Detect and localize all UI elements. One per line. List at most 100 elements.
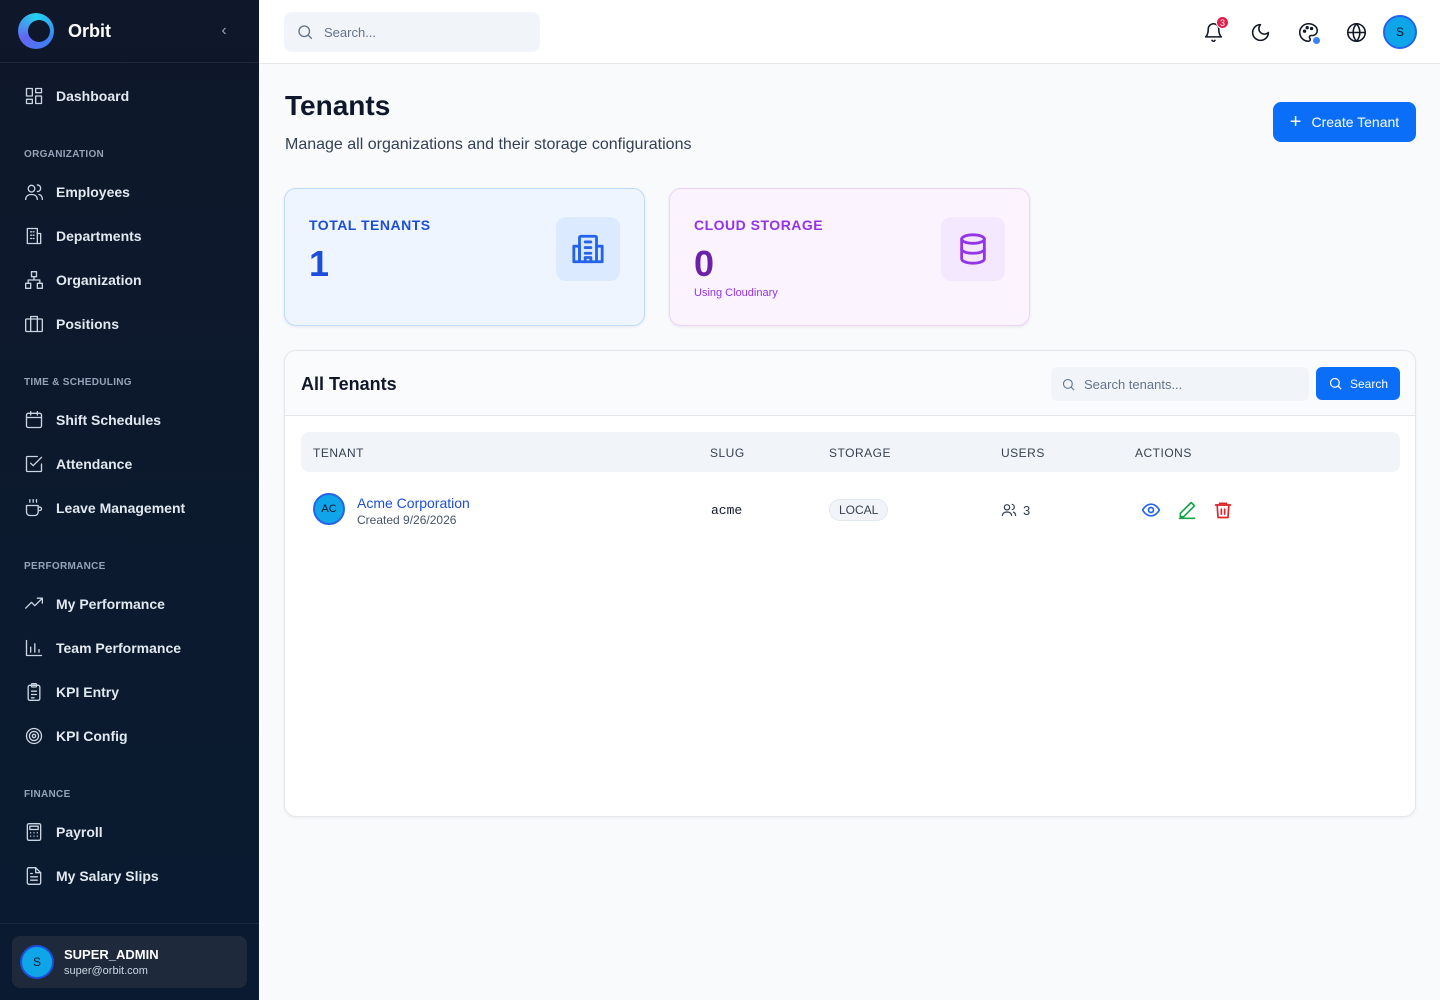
file-text-icon	[26, 867, 42, 885]
brand-header: Orbit ‹	[0, 0, 259, 63]
total-tenants-card: TOTAL TENANTS 1	[284, 188, 645, 326]
cloud-storage-card: CLOUD STORAGE 0 Using Cloudinary	[669, 188, 1030, 326]
sidebar-item-my-salary-slips[interactable]: My Salary Slips	[12, 858, 247, 894]
table-title: All Tenants	[301, 374, 397, 394]
search-icon	[298, 25, 313, 40]
cloud-storage-label: CLOUD STORAGE	[694, 217, 824, 233]
sidebar-item-shift-schedules[interactable]: Shift Schedules	[12, 402, 247, 438]
target-icon	[25, 727, 43, 745]
create-tenant-label: Create Tenant	[1311, 114, 1400, 130]
sidebar-item-payroll[interactable]: Payroll	[12, 814, 247, 850]
sidebar-item-label: KPI Config	[56, 728, 128, 744]
column-header-users[interactable]: USERS	[1001, 446, 1045, 460]
search-button-label: Search	[1349, 376, 1389, 391]
delete-tenant-button[interactable]	[1213, 500, 1233, 520]
table-header-bar: All Tenants Search	[285, 351, 1415, 416]
globe-icon	[1346, 22, 1366, 42]
sidebar-item-label: My Performance	[56, 596, 165, 612]
create-tenant-button[interactable]: + Create Tenant	[1273, 102, 1416, 142]
page-subtitle: Manage all organizations and their stora…	[285, 136, 692, 153]
tenant-name-link[interactable]: Acme Corporation	[357, 495, 470, 511]
tenant-avatar: AC	[313, 493, 345, 525]
tenant-search-button[interactable]: Search	[1316, 367, 1400, 400]
dashboard-grid-icon	[25, 87, 43, 105]
language-button[interactable]	[1344, 20, 1368, 44]
sidebar-item-organization[interactable]: Organization	[12, 262, 247, 298]
section-label-time-scheduling: TIME & SCHEDULING	[24, 377, 132, 388]
storage-badge: LOCAL	[829, 499, 889, 521]
tenant-search[interactable]	[1051, 367, 1309, 401]
trending-up-icon	[25, 597, 43, 609]
bar-chart-icon	[25, 639, 43, 657]
notification-badge: 3	[1216, 16, 1229, 29]
sidebar: Orbit ‹ Dashboard ORGANIZATION Employees…	[0, 0, 259, 1000]
column-header-slug[interactable]: SLUG	[710, 446, 745, 460]
column-header-tenant[interactable]: TENANT	[313, 446, 364, 460]
sidebar-item-positions[interactable]: Positions	[12, 306, 247, 342]
sidebar-item-label: Departments	[56, 228, 142, 244]
global-search[interactable]	[284, 12, 540, 52]
sidebar-item-label: My Salary Slips	[56, 868, 159, 884]
sidebar-item-attendance[interactable]: Attendance	[12, 446, 247, 482]
users-icon	[1001, 503, 1017, 517]
column-header-storage[interactable]: STORAGE	[829, 446, 891, 460]
sidebar-item-label: Attendance	[56, 456, 133, 472]
edit-tenant-button[interactable]	[1177, 500, 1197, 520]
sidebar-divider	[0, 923, 259, 924]
notifications-button[interactable]: 3	[1201, 16, 1229, 44]
theme-toggle-button[interactable]	[1248, 20, 1272, 44]
database-icon	[941, 217, 1005, 281]
building-icon	[556, 217, 620, 281]
view-tenant-button[interactable]	[1141, 500, 1161, 520]
brand-name: Orbit	[68, 20, 111, 41]
sidebar-item-label: Team Performance	[56, 640, 182, 656]
sidebar-item-my-performance[interactable]: My Performance	[12, 586, 247, 622]
sidebar-item-employees[interactable]: Employees	[12, 174, 247, 210]
user-profile-card[interactable]: S SUPER_ADMIN super@orbit.com	[12, 936, 247, 988]
sidebar-item-kpi-config[interactable]: KPI Config	[12, 718, 247, 754]
global-search-input[interactable]	[324, 24, 524, 40]
calculator-icon	[26, 823, 42, 841]
plus-icon: +	[1289, 111, 1302, 133]
trash-icon	[1214, 502, 1232, 519]
table-head: TENANT SLUG STORAGE USERS ACTIONS	[301, 432, 1400, 472]
user-avatar-button[interactable]: S	[1383, 15, 1417, 49]
collapse-sidebar-chevron-left-icon[interactable]: ‹	[215, 22, 233, 40]
total-tenants-label: TOTAL TENANTS	[309, 217, 431, 233]
tenants-table-card: All Tenants Search TENANT SLUG STORAGE U…	[284, 350, 1416, 817]
sidebar-item-label: Positions	[56, 316, 120, 332]
tenant-slug: acme	[711, 503, 743, 518]
orbit-logo-icon	[18, 13, 54, 49]
calendar-icon	[25, 411, 43, 429]
sidebar-item-label: Leave Management	[56, 500, 186, 516]
sidebar-item-leave-management[interactable]: Leave Management	[12, 490, 247, 526]
briefcase-icon	[25, 315, 43, 333]
check-square-icon	[25, 455, 43, 473]
tenant-search-input[interactable]	[1084, 376, 1304, 392]
page-title: Tenants	[285, 90, 391, 121]
total-tenants-value: 1	[309, 243, 330, 284]
search-icon	[1329, 377, 1342, 390]
column-header-actions: ACTIONS	[1135, 446, 1192, 460]
palette-indicator-dot	[1313, 37, 1320, 44]
tenant-users-count: 3	[1001, 502, 1030, 518]
sidebar-item-label: Dashboard	[56, 88, 130, 104]
coffee-icon	[25, 499, 43, 517]
sidebar-item-team-performance[interactable]: Team Performance	[12, 630, 247, 666]
sidebar-item-dashboard[interactable]: Dashboard	[12, 78, 247, 114]
section-label-performance: PERFORMANCE	[24, 561, 106, 572]
section-label-organization: ORGANIZATION	[24, 149, 105, 160]
sidebar-item-label: Employees	[56, 184, 130, 200]
sidebar-item-label: Organization	[56, 272, 142, 288]
users-icon	[25, 184, 43, 201]
building-icon	[26, 227, 42, 245]
org-chart-icon	[25, 271, 43, 289]
table-row[interactable]: AC Acme Corporation Created 9/26/2026 ac…	[301, 487, 1400, 531]
cloud-storage-provider: Using Cloudinary	[694, 287, 778, 299]
eye-icon	[1141, 503, 1161, 517]
section-label-finance: FINANCE	[24, 789, 71, 800]
sidebar-item-label: Shift Schedules	[56, 412, 162, 428]
palette-button[interactable]	[1296, 20, 1320, 44]
sidebar-item-kpi-entry[interactable]: KPI Entry	[12, 674, 247, 710]
sidebar-item-departments[interactable]: Departments	[12, 218, 247, 254]
